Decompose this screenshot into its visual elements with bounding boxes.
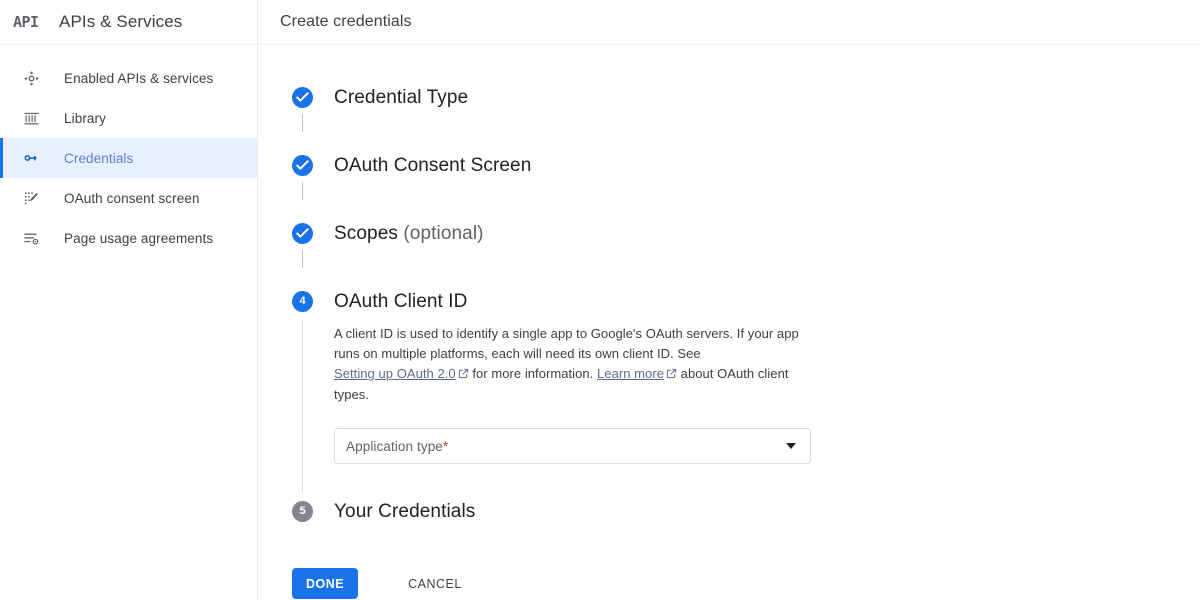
key-icon — [20, 149, 42, 167]
done-button[interactable]: DONE — [292, 568, 359, 599]
main-content: Create credentials Credential Type OAuth… — [258, 0, 1200, 600]
sidebar-item-label: Credentials — [64, 150, 134, 166]
step-title[interactable]: OAuth Client ID — [334, 291, 1200, 312]
step-number-badge: 4 — [292, 291, 313, 312]
app-root: API APIs & Services Enabled APIs & servi… — [0, 0, 1200, 600]
step-connector — [302, 250, 303, 268]
wizard-step-oauth-consent-screen: OAuth Consent Screen — [292, 155, 1200, 223]
sidebar-item-page-usage-agreements[interactable]: Page usage agreements — [0, 218, 257, 258]
api-logo: API — [13, 13, 39, 31]
api-hub-icon — [20, 70, 42, 87]
sidebar-item-oauth-consent-screen[interactable]: OAuth consent screen — [0, 178, 257, 218]
brand-title: APIs & Services — [59, 12, 183, 31]
application-type-select[interactable]: Application type* — [334, 428, 811, 464]
step-complete-icon — [292, 223, 313, 244]
step-title[interactable]: Scopes (optional) — [334, 223, 1200, 244]
step-complete-icon — [292, 155, 313, 176]
external-link-icon — [458, 365, 469, 385]
client-id-description: A client ID is used to identify a single… — [334, 324, 800, 405]
step-connector — [302, 114, 303, 132]
step-connector — [302, 182, 303, 200]
chevron-down-icon[interactable] — [786, 443, 796, 449]
step-title[interactable]: Your Credentials — [334, 501, 1200, 522]
main-header: Create credentials — [258, 0, 1200, 45]
step-title[interactable]: OAuth Consent Screen — [334, 155, 1200, 176]
sidebar: API APIs & Services Enabled APIs & servi… — [0, 0, 258, 600]
step-number-badge: 5 — [292, 501, 313, 522]
sidebar-item-label: OAuth consent screen — [64, 190, 200, 206]
setting-up-oauth-link[interactable]: Setting up OAuth 2.0 — [334, 366, 456, 381]
required-marker: * — [442, 438, 449, 454]
sidebar-item-label: Library — [64, 110, 106, 126]
wizard-step-oauth-client-id: 4 OAuth Client ID A client ID is used to… — [292, 291, 1200, 501]
wizard-actions: DONE CANCEL — [258, 568, 472, 599]
wizard-step-your-credentials: 5 Your Credentials — [292, 501, 1200, 541]
wizard-step-credential-type: Credential Type — [292, 87, 1200, 155]
sidebar-item-library[interactable]: Library — [0, 98, 257, 138]
sidebar-item-credentials[interactable]: Credentials — [0, 138, 257, 178]
cancel-button[interactable]: CANCEL — [398, 568, 472, 599]
learn-more-link[interactable]: Learn more — [597, 366, 664, 381]
desc-text-1: A client ID is used to identify a single… — [334, 326, 799, 361]
agreements-icon — [20, 230, 42, 247]
wizard-step-scopes: Scopes (optional) — [292, 223, 1200, 291]
sidebar-item-enabled-apis[interactable]: Enabled APIs & services — [0, 58, 257, 98]
brand-header: API APIs & Services — [0, 0, 257, 45]
sidebar-nav: Enabled APIs & services Library Credenti… — [0, 45, 257, 258]
desc-text-2: for more information. — [468, 366, 598, 381]
external-link-icon — [666, 365, 677, 385]
step-optional-suffix: (optional) — [403, 223, 484, 244]
consent-screen-icon — [20, 190, 42, 207]
step-body: A client ID is used to identify a single… — [334, 312, 1200, 464]
sidebar-item-label: Page usage agreements — [64, 230, 214, 246]
sidebar-item-label: Enabled APIs & services — [64, 70, 214, 86]
credential-wizard: Credential Type OAuth Consent Screen Sco… — [258, 45, 1200, 541]
step-complete-icon — [292, 87, 313, 108]
application-type-label: Application type* — [346, 438, 449, 454]
library-icon — [20, 110, 42, 127]
step-title[interactable]: Credential Type — [334, 87, 1200, 108]
page-title: Create credentials — [280, 13, 412, 30]
step-connector — [302, 320, 303, 492]
